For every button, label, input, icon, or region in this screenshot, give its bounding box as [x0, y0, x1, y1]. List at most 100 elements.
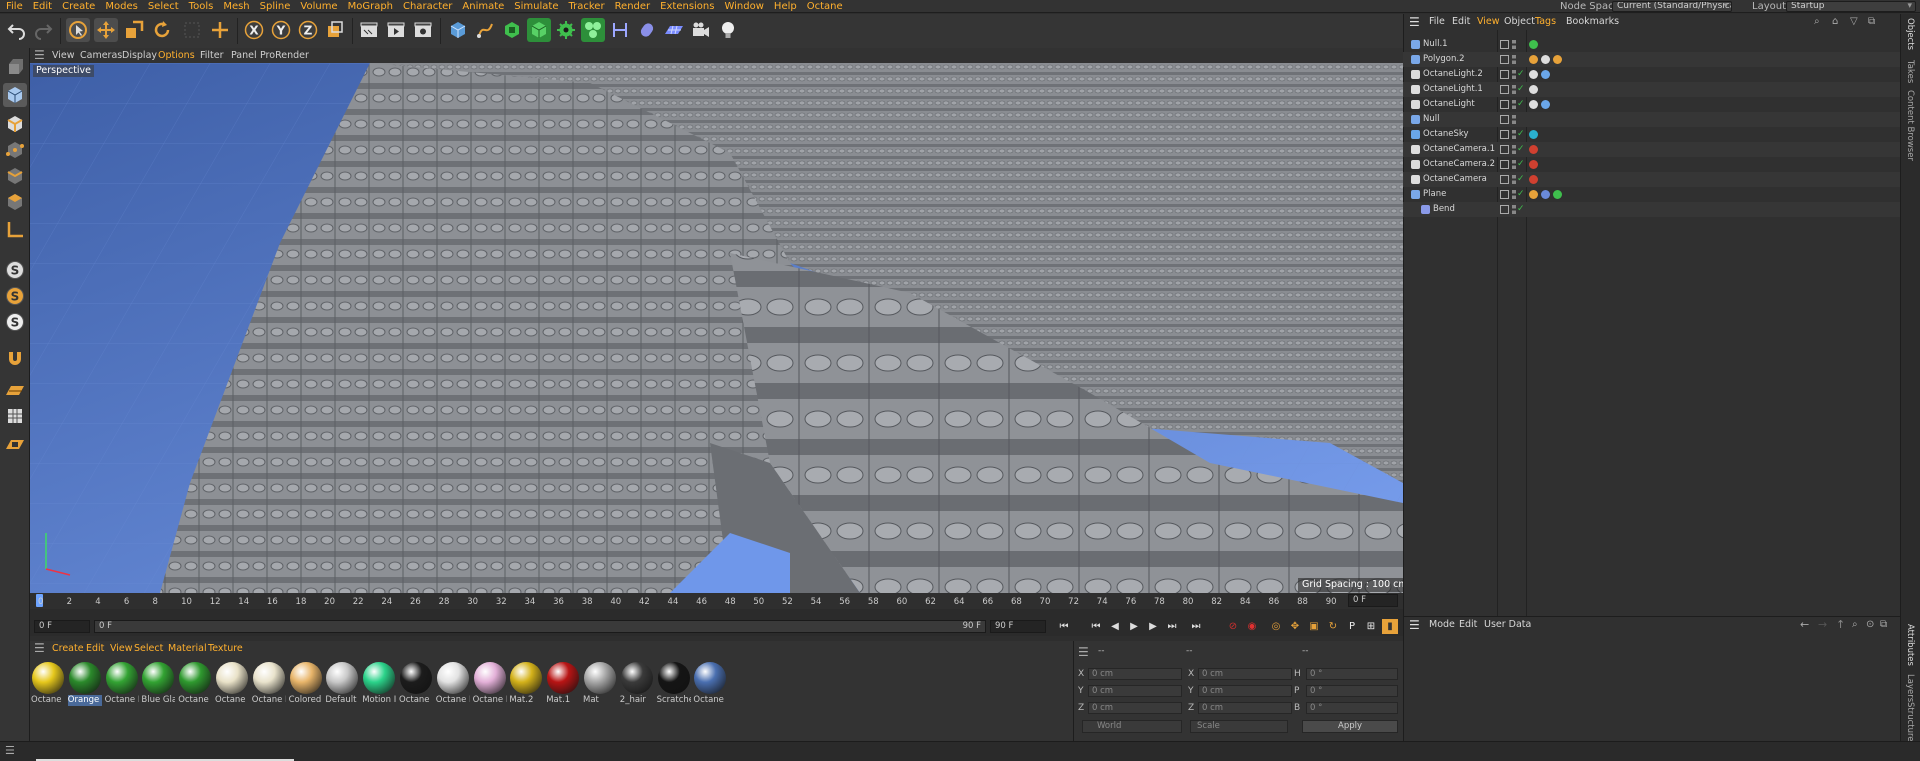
light-button[interactable]	[716, 18, 740, 42]
object-menu-file[interactable]: File	[1429, 14, 1445, 30]
enable-snap-button[interactable]	[3, 346, 27, 370]
menu-create[interactable]: Create	[58, 0, 101, 13]
coord-value-field[interactable]: 0 cm	[1198, 685, 1292, 697]
layer-toggle-icon[interactable]	[1500, 130, 1509, 139]
keyframe-selection-button[interactable]: ◎	[1268, 619, 1284, 634]
object-tag-icon[interactable]	[1529, 175, 1538, 184]
material-swatch[interactable]: Colored	[289, 661, 323, 705]
go-to-start-button[interactable]: ⏮	[1056, 619, 1072, 634]
enabled-check-icon[interactable]: ✓	[1517, 70, 1526, 79]
menu-simulate[interactable]: Simulate	[510, 0, 564, 13]
live-selection-button[interactable]	[180, 18, 204, 42]
make-editable-button[interactable]	[3, 54, 27, 78]
enabled-check-icon[interactable]: ✓	[1517, 130, 1526, 139]
object-row[interactable]: OctaneCamera.1 ✓	[1403, 142, 1900, 157]
x-axis-button[interactable]: X	[242, 18, 266, 42]
material-swatch[interactable]: Mat.2	[509, 661, 543, 705]
undo-button[interactable]	[5, 18, 29, 42]
object-menu-edit[interactable]: Edit	[1452, 14, 1470, 30]
material-swatch[interactable]: Blue Gla	[141, 661, 175, 705]
rotate-tool-button[interactable]	[150, 18, 174, 42]
next-frame-button[interactable]: ▶	[1145, 619, 1161, 634]
object-row[interactable]: Plane ✓	[1403, 187, 1900, 202]
material-swatch[interactable]: Orange	[67, 661, 102, 706]
coord-value-field[interactable]: 0 °	[1306, 685, 1398, 697]
key-rotation-button[interactable]: ↻	[1325, 619, 1341, 634]
visibility-dots-icon[interactable]	[1512, 40, 1516, 49]
object-tag-icon[interactable]	[1541, 100, 1550, 109]
material-swatch[interactable]: Octane I	[693, 661, 727, 705]
menu-spline[interactable]: Spline	[256, 0, 297, 13]
enabled-check-icon[interactable]: ✓	[1517, 190, 1526, 199]
viewport-menu-prorender[interactable]: ProRender	[260, 48, 309, 63]
key-pla-button[interactable]: ⊞	[1363, 619, 1379, 634]
object-tag-icon[interactable]	[1541, 70, 1550, 79]
coord-value-field[interactable]: 0 cm	[1198, 702, 1292, 714]
visibility-dots-icon[interactable]	[1512, 175, 1516, 184]
object-menu-bookmarks[interactable]: Bookmarks	[1566, 14, 1619, 30]
material-swatch[interactable]: Octane I	[178, 661, 212, 705]
camera-button[interactable]	[689, 18, 713, 42]
visibility-dots-icon[interactable]	[1512, 115, 1516, 124]
environment-button[interactable]	[635, 18, 659, 42]
material-swatch[interactable]: Mat.1	[546, 661, 580, 705]
go-to-end-button[interactable]: ⏭	[1188, 619, 1204, 634]
material-menu-view[interactable]: View	[110, 641, 133, 656]
object-tag-icon[interactable]	[1529, 190, 1538, 199]
solo-hierarchy-button[interactable]: S	[3, 284, 27, 308]
floor-button[interactable]	[662, 18, 686, 42]
menu-render[interactable]: Render	[611, 0, 657, 13]
menu-character[interactable]: Character	[399, 0, 458, 13]
back-arrow-icon[interactable]: ←	[1800, 618, 1809, 631]
object-tag-icon[interactable]	[1529, 130, 1538, 139]
layer-toggle-icon[interactable]	[1500, 145, 1509, 154]
object-row[interactable]: OctaneLight ✓	[1403, 97, 1900, 112]
menu-animate[interactable]: Animate	[458, 0, 510, 13]
object-menu-tags[interactable]: Tags	[1535, 14, 1556, 30]
viewport-menu-cameras[interactable]: Cameras	[80, 48, 122, 63]
polygons-mode-button[interactable]	[3, 190, 27, 214]
coord-system-select[interactable]: World	[1082, 720, 1182, 733]
apply-button[interactable]: Apply	[1302, 720, 1398, 733]
viewport-menu-filter[interactable]: Filter	[200, 48, 224, 63]
deformer-button[interactable]	[554, 18, 578, 42]
viewport-menu-display[interactable]: Display	[122, 48, 157, 63]
object-row[interactable]: OctaneCamera.2 ✓	[1403, 157, 1900, 172]
tab-content-browser[interactable]: Content Browser	[1905, 90, 1915, 161]
perspective-viewport[interactable]	[30, 63, 1403, 593]
menu-select[interactable]: Select	[144, 0, 185, 13]
object-row[interactable]: OctaneLight.1 ✓	[1403, 82, 1900, 97]
layer-toggle-icon[interactable]	[1500, 55, 1509, 64]
create-null-button[interactable]	[208, 18, 232, 42]
material-swatch[interactable]: Default	[325, 661, 359, 705]
start-frame-field[interactable]: 0 F	[34, 620, 90, 633]
material-menu-texture[interactable]: Texture	[208, 641, 243, 656]
menu-tracker[interactable]: Tracker	[564, 0, 610, 13]
texture-mode-button[interactable]	[3, 112, 27, 136]
attribute-menu-user-data[interactable]: User Data	[1484, 617, 1531, 633]
visibility-dots-icon[interactable]	[1512, 55, 1516, 64]
object-row[interactable]: OctaneSky ✓	[1403, 127, 1900, 142]
viewport-menu-view[interactable]: View	[52, 48, 75, 63]
visibility-dots-icon[interactable]	[1512, 70, 1516, 79]
object-tag-icon[interactable]	[1529, 100, 1538, 109]
object-tag-icon[interactable]	[1529, 145, 1538, 154]
menu-mograph[interactable]: MoGraph	[344, 0, 399, 13]
tab-attributes[interactable]: Attributes	[1905, 624, 1915, 666]
tab-structure[interactable]: Structure	[1905, 702, 1915, 742]
menu-volume[interactable]: Volume	[296, 0, 343, 13]
object-filter-icon[interactable]: ▽	[1850, 16, 1858, 27]
layer-toggle-icon[interactable]	[1500, 40, 1509, 49]
attr-search-icon[interactable]: ⌕	[1852, 619, 1858, 630]
material-swatch[interactable]: Motion I	[362, 661, 396, 705]
material-swatch[interactable]: 2_hair	[620, 661, 654, 705]
material-swatch[interactable]: Mat	[583, 661, 617, 705]
visibility-dots-icon[interactable]	[1512, 190, 1516, 199]
visibility-dots-icon[interactable]	[1512, 85, 1516, 94]
menu-file[interactable]: File	[2, 0, 29, 13]
visibility-dots-icon[interactable]	[1512, 205, 1516, 214]
object-tag-icon[interactable]	[1553, 55, 1562, 64]
coord-value-field[interactable]: 0 cm	[1088, 702, 1182, 714]
y-axis-button[interactable]: Y	[269, 18, 293, 42]
workplane-button[interactable]	[3, 378, 27, 402]
